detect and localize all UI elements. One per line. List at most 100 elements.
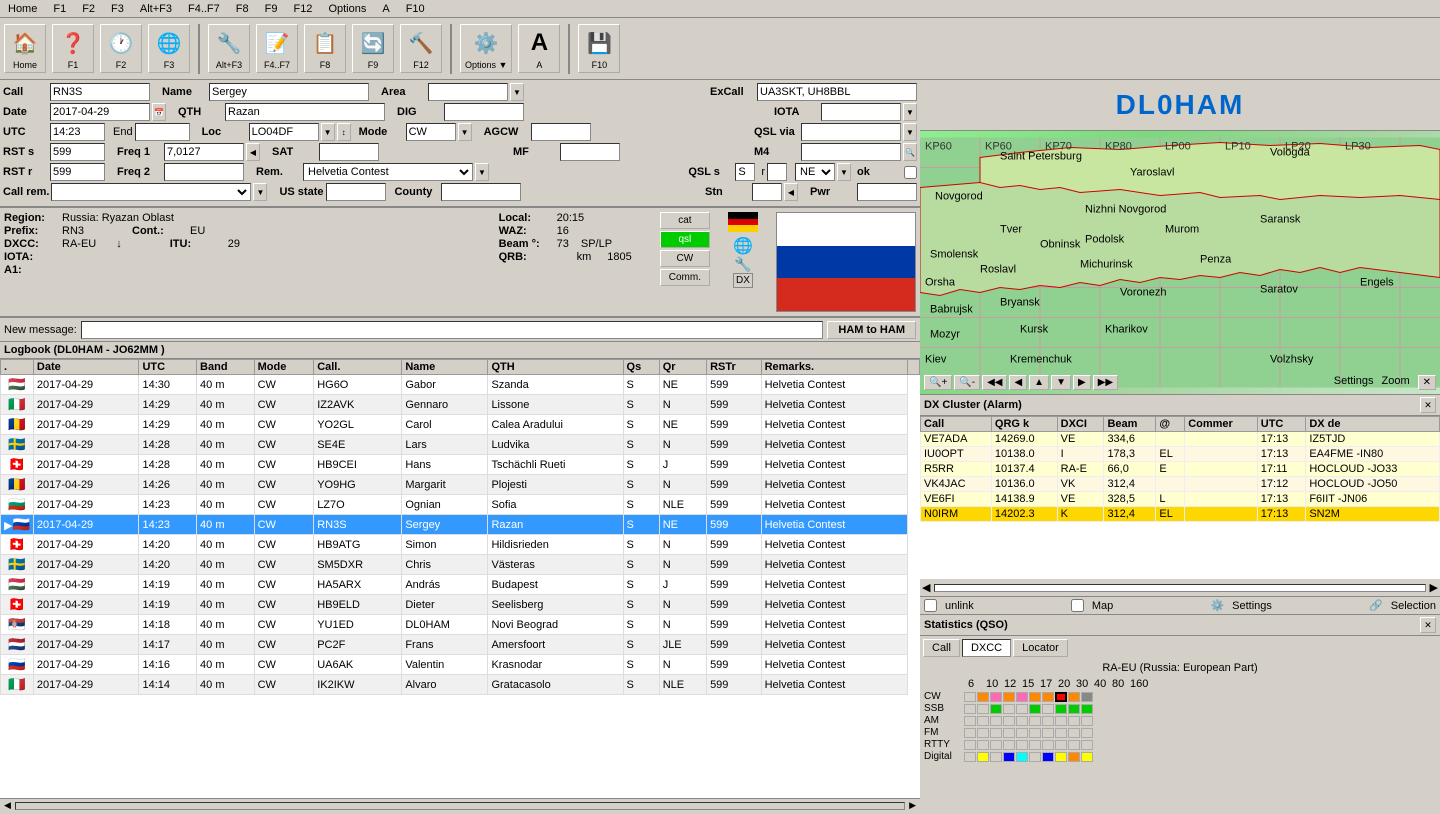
dig-input[interactable] xyxy=(444,103,524,121)
toolbar-home[interactable]: 🏠 Home xyxy=(4,24,46,73)
menu-f1[interactable]: F1 xyxy=(49,3,70,15)
iota-arrow[interactable]: ▼ xyxy=(903,103,917,121)
map-close-btn[interactable]: ✕ xyxy=(1418,375,1436,390)
dx-scroll-left[interactable]: ◀ xyxy=(922,581,930,594)
col-call[interactable]: Call. xyxy=(314,360,402,375)
dx-col-utc[interactable]: UTC xyxy=(1257,417,1306,432)
ne-arrow[interactable]: ▼ xyxy=(837,163,851,181)
col-qth[interactable]: QTH xyxy=(488,360,623,375)
dx-scroll-right[interactable]: ▶ xyxy=(1430,581,1438,594)
pwr-input[interactable] xyxy=(857,183,917,201)
table-row[interactable]: 🇨🇭 2017-04-29 14:20 40 m CW HB9ATG Simon… xyxy=(1,535,920,555)
table-row[interactable]: 🇷🇸 2017-04-29 14:18 40 m CW YU1ED DL0HAM… xyxy=(1,615,920,635)
usstate-input[interactable] xyxy=(326,183,386,201)
date-arrow[interactable]: 📅 xyxy=(152,103,166,121)
dx-col-call[interactable]: Call xyxy=(921,417,992,432)
ok-checkbox[interactable] xyxy=(904,166,917,179)
toolbar-f1[interactable]: ❓ F1 xyxy=(52,24,94,73)
table-row[interactable]: 🇭🇺 2017-04-29 14:30 40 m CW HG6O Gabor S… xyxy=(1,375,920,395)
table-row[interactable]: 🇭🇺 2017-04-29 14:19 40 m CW HA5ARX Andrá… xyxy=(1,575,920,595)
end-input[interactable] xyxy=(135,123,190,141)
table-row[interactable]: 🇸🇪 2017-04-29 14:28 40 m CW SE4E Lars Lu… xyxy=(1,435,920,455)
cat-button[interactable]: cat xyxy=(660,212,710,229)
area-input[interactable] xyxy=(428,83,508,101)
map-nav-next[interactable]: ▶ xyxy=(1073,375,1091,390)
table-row[interactable]: ▶🇷🇺 2017-04-29 14:23 40 m CW RN3S Sergey… xyxy=(1,515,920,535)
loc-arrow[interactable]: ▼ xyxy=(321,123,335,141)
map-settings-btn[interactable]: Settings xyxy=(1334,375,1374,390)
stat-tab-call[interactable]: Call xyxy=(923,639,960,657)
toolbar-options[interactable]: ⚙️ Options ▼ xyxy=(460,24,512,73)
table-row[interactable]: 🇧🇬 2017-04-29 14:23 40 m CW LZ7O Ognian … xyxy=(1,495,920,515)
menu-f10[interactable]: F10 xyxy=(402,3,429,15)
name-input[interactable] xyxy=(209,83,369,101)
freq2-input[interactable] xyxy=(164,163,244,181)
qslvia-arrow[interactable]: ▼ xyxy=(903,123,917,141)
map-nav-left[interactable]: ◀◀ xyxy=(982,375,1007,390)
toolbar-f12[interactable]: 🔨 F12 xyxy=(400,24,442,73)
date-input[interactable] xyxy=(50,103,150,121)
map-zoom-out[interactable]: 🔍- xyxy=(954,375,980,390)
rem-arrow[interactable]: ▼ xyxy=(475,163,489,181)
menu-altf3[interactable]: Alt+F3 xyxy=(136,3,176,15)
dx-col-at[interactable]: @ xyxy=(1156,417,1185,432)
menu-f12[interactable]: F12 xyxy=(289,3,316,15)
map-zoom-in[interactable]: 🔍+ xyxy=(924,375,952,390)
dx-col-qrg[interactable]: QRG k xyxy=(991,417,1057,432)
toolbar-altf3[interactable]: 🔧 Alt+F3 xyxy=(208,24,250,73)
col-date[interactable]: Date xyxy=(33,360,139,375)
utc-input[interactable] xyxy=(50,123,105,141)
mode-input[interactable] xyxy=(406,123,456,141)
message-input[interactable] xyxy=(81,321,824,339)
agcw-input[interactable] xyxy=(531,123,591,141)
logbook-scroll[interactable]: . Date UTC Band Mode Call. Name QTH Qs Q… xyxy=(0,359,920,798)
table-row[interactable]: 🇮🇹 2017-04-29 14:14 40 m CW IK2IKW Alvar… xyxy=(1,675,920,695)
loc-input[interactable] xyxy=(249,123,319,141)
rsts-input[interactable] xyxy=(50,143,105,161)
table-row[interactable]: 🇨🇭 2017-04-29 14:19 40 m CW HB9ELD Diete… xyxy=(1,595,920,615)
dx-col-beam[interactable]: Beam xyxy=(1104,417,1156,432)
col-utc[interactable]: UTC xyxy=(139,360,197,375)
table-row[interactable]: 🇷🇴 2017-04-29 14:26 40 m CW YO9HG Margar… xyxy=(1,475,920,495)
comm-button[interactable]: Comm. xyxy=(660,269,710,286)
dx-table-row[interactable]: VE6FI 14138.9 VE 328,5 L 17:13 F6IIT -JN… xyxy=(921,492,1440,507)
table-row[interactable]: 🇮🇹 2017-04-29 14:29 40 m CW IZ2AVK Genna… xyxy=(1,395,920,415)
stn-input[interactable] xyxy=(752,183,782,201)
menu-f3[interactable]: F3 xyxy=(107,3,128,15)
col-remarks[interactable]: Remarks. xyxy=(761,360,907,375)
menu-options[interactable]: Options xyxy=(324,3,370,15)
h-scrollbar[interactable] xyxy=(15,802,905,810)
menu-f4f7[interactable]: F4..F7 xyxy=(184,3,224,15)
table-row[interactable]: 🇨🇭 2017-04-29 14:28 40 m CW HB9CEI Hans … xyxy=(1,455,920,475)
table-row[interactable]: 🇳🇱 2017-04-29 14:17 40 m CW PC2F Frans A… xyxy=(1,635,920,655)
mode-arrow[interactable]: ▼ xyxy=(458,123,472,141)
map-zoom-btn[interactable]: Zoom xyxy=(1381,375,1409,390)
toolbar-f3[interactable]: 🌐 F3 xyxy=(148,24,190,73)
stat-tab-locator[interactable]: Locator xyxy=(1013,639,1068,657)
call-input[interactable] xyxy=(50,83,150,101)
callrem-select[interactable] xyxy=(51,183,251,201)
map-nav-right[interactable]: ▶▶ xyxy=(1093,375,1118,390)
toolbar-f8[interactable]: 📋 F8 xyxy=(304,24,346,73)
dx-table-row[interactable]: IU0OPT 10138.0 I 178,3 EL 17:13 EA4FME -… xyxy=(921,447,1440,462)
menu-f2[interactable]: F2 xyxy=(78,3,99,15)
col-name[interactable]: Name xyxy=(402,360,488,375)
excall-input[interactable] xyxy=(757,83,917,101)
dx-col-dxde[interactable]: DX de xyxy=(1306,417,1440,432)
map-nav-down[interactable]: ▼ xyxy=(1051,375,1071,390)
qsl-button[interactable]: qsl xyxy=(660,231,710,248)
stat-tab-dxcc[interactable]: DXCC xyxy=(962,639,1011,657)
stat-close-btn[interactable]: ✕ xyxy=(1420,617,1436,633)
sat-input[interactable] xyxy=(319,143,379,161)
table-row[interactable]: 🇸🇪 2017-04-29 14:20 40 m CW SM5DXR Chris… xyxy=(1,555,920,575)
col-mode[interactable]: Mode xyxy=(254,360,314,375)
dx-table-row[interactable]: N0IRM 14202.3 K 312,4 EL 17:13 SN2M xyxy=(921,507,1440,522)
ham-to-ham-button[interactable]: HAM to HAM xyxy=(827,321,916,339)
scroll-right-btn[interactable]: ▶ xyxy=(909,800,916,811)
table-row[interactable]: 🇷🇴 2017-04-29 14:29 40 m CW YO2GL Carol … xyxy=(1,415,920,435)
dx-table-row[interactable]: R5RR 10137.4 RA-E 66,0 E 17:11 HOCLOUD -… xyxy=(921,462,1440,477)
callrem-arrow[interactable]: ▼ xyxy=(253,183,267,201)
cw-button[interactable]: CW xyxy=(660,250,710,267)
menu-a[interactable]: A xyxy=(378,3,393,15)
col-qr[interactable]: Qr xyxy=(659,360,706,375)
